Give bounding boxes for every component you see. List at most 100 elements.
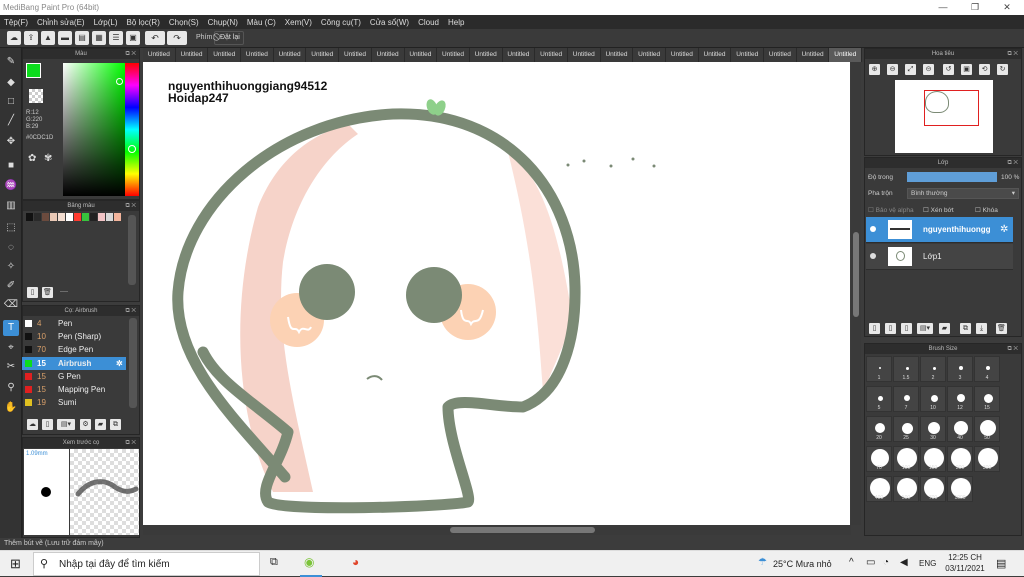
brush-size-cell[interactable]: 15 [974,386,1000,412]
brush-size-cell[interactable]: 20 [866,416,892,442]
brush-size-cell[interactable]: 4 [974,356,1000,382]
notification-icon[interactable]: ▤ [996,557,1006,570]
rotate-left-icon[interactable]: ↺ [943,64,954,75]
fill-rect-tool-icon[interactable]: ■ [3,158,19,174]
menu-filter[interactable]: Bộ lọc(R) [127,18,160,27]
document-tab[interactable]: Untitled [470,48,503,62]
brush-size-cell[interactable]: 3 [947,356,973,382]
clock[interactable]: 12:25 CH 03/11/2021 [942,552,988,574]
menu-file[interactable]: Tệp(F) [4,18,28,27]
chat-icon[interactable]: ▬ [58,31,72,45]
hscroll-thumb[interactable] [450,527,595,533]
language-indicator[interactable]: ENG [919,559,936,568]
panel-pin-icon[interactable]: ⧉ ✕ [1007,49,1018,59]
reset-button[interactable]: ⃠ Đặt lại [214,31,244,45]
panel-pin-icon[interactable]: ⧉ ✕ [125,438,136,448]
settings-gear-icon[interactable]: ✲ [1000,224,1008,235]
eyedropper-icon[interactable]: ⚲ [3,380,19,396]
saturation-brightness-picker[interactable] [63,63,125,196]
fit-icon[interactable]: ⤢ [905,64,916,75]
document-tab[interactable]: Untitled [143,48,176,62]
canvas-vertical-scrollbar[interactable] [851,62,861,525]
brush-size-cell[interactable]: 10 [920,386,946,412]
brush-tool-icon[interactable]: ✎ [3,54,19,70]
transparent-swatch[interactable] [29,89,43,103]
palette-swatch[interactable] [74,213,81,221]
brush-item-airbrush[interactable]: 15 Airbrush ✲ [22,357,126,370]
protect-alpha-checkbox[interactable]: ☐ Bảo vệ alpha [868,206,914,214]
text-tool-icon[interactable]: T [3,320,19,336]
palette-swatch[interactable] [34,213,41,221]
brush-size-cell[interactable]: 50 [974,416,1000,442]
maximize-button[interactable]: ❐ [960,2,990,13]
brush-scrollbar[interactable] [129,318,137,408]
brush-size-cell[interactable]: 150 [920,446,946,472]
list-icon[interactable]: ☰ [109,31,123,45]
brush-size-cell[interactable]: 500 [893,476,919,502]
document-tab[interactable]: Untitled [535,48,568,62]
taskbar-search-box[interactable]: ⚲ Nhập tại đây để tìm kiếm [33,552,260,576]
panel-icon[interactable]: ▣ [126,31,140,45]
select-eraser-icon[interactable]: ⌫ [3,297,19,313]
document-tab[interactable]: Untitled [339,48,372,62]
new-halftone-layer-icon[interactable]: ▯ [885,323,896,334]
add-palette-icon[interactable]: ▯ [27,287,38,298]
select-pen-icon[interactable]: ✐ [3,278,19,294]
menu-snap[interactable]: Chụp(N) [208,18,238,27]
hand-tool-icon[interactable]: ✋ [3,400,19,416]
medibang-app-icon[interactable]: ◉ [304,555,314,569]
brush-size-cell[interactable]: 2 [920,356,946,382]
document-tab[interactable]: Untitled [372,48,405,62]
palette-swatch[interactable] [26,213,33,221]
navigator-preview[interactable] [895,80,993,153]
palette-scrollbar[interactable] [128,215,136,285]
panel-pin-icon[interactable]: ⧉ ✕ [125,306,136,316]
visibility-eye-icon[interactable] [870,226,876,232]
brush-item-pen[interactable]: 4 Pen [22,317,126,330]
sv-cursor[interactable] [116,78,123,85]
grid-icon[interactable]: ▦ [92,31,106,45]
weather-text[interactable]: 25°C Mưa nhỏ [773,559,832,569]
divide-tool-icon[interactable]: ✂ [3,359,19,375]
document-tab[interactable]: Untitled [764,48,797,62]
brush-folder-icon[interactable]: ▰ [95,419,106,430]
add-brush-icon[interactable]: ▯ [42,419,53,430]
document-tab-active[interactable]: Untitled [829,48,863,62]
panel-pin-icon[interactable]: ⧉ ✕ [1007,344,1018,354]
panel-pin-icon[interactable]: ⧉ ✕ [125,201,136,211]
merge-layer-icon[interactable]: ⤓ [976,323,987,334]
palette-swatch[interactable] [114,213,121,221]
fullscreen-icon[interactable]: ▣ [961,64,972,75]
add-brush-cloud-icon[interactable]: ☁ [27,419,38,430]
brush-item-mapping-pen[interactable]: 15 Mapping Pen [22,383,126,396]
document-tab[interactable]: Untitled [437,48,470,62]
duplicate-layer-icon[interactable]: ⧉ [960,323,971,334]
share-icon[interactable]: ▲ [41,31,55,45]
windows-start-icon[interactable]: ⊞ [10,556,21,572]
menu-cloud[interactable]: Cloud [418,18,439,27]
actual-size-icon[interactable]: ⊝ [923,64,934,75]
brush-size-cell[interactable]: 30 [920,416,946,442]
layer-item-text[interactable]: nguyenthihuongg ✲ [866,217,1013,243]
palette-swatch[interactable] [50,213,57,221]
lasso-icon[interactable]: ◌ [3,240,19,256]
panel-pin-icon[interactable]: ⧉ ✕ [125,49,136,59]
visibility-eye-icon[interactable] [870,253,876,259]
brush-size-cell[interactable]: 5 [866,386,892,412]
brush-size-cell[interactable]: 400 [866,476,892,502]
brush-size-cell[interactable]: 70 [866,446,892,472]
palette-swatch[interactable] [82,213,89,221]
redo-button[interactable]: ↷ [167,31,187,45]
volume-icon[interactable]: ◀ [900,557,908,568]
document-tab[interactable]: Untitled [274,48,307,62]
magic-wand-icon[interactable]: ✧ [3,259,19,275]
document-tab[interactable]: Untitled [731,48,765,62]
rotate-right-icon[interactable]: ↻ [997,64,1008,75]
brush-item-g-pen[interactable]: 15 G Pen [22,370,126,383]
document-icon[interactable]: ▤ [75,31,89,45]
canvas-horizontal-scrollbar[interactable] [143,525,851,535]
document-tab[interactable]: Untitled [405,48,438,62]
brush-item-pen-sharp[interactable]: 10 Pen (Sharp) [22,330,126,343]
battery-icon[interactable]: ▭ [866,557,875,568]
document-tab[interactable]: Untitled [699,48,732,62]
